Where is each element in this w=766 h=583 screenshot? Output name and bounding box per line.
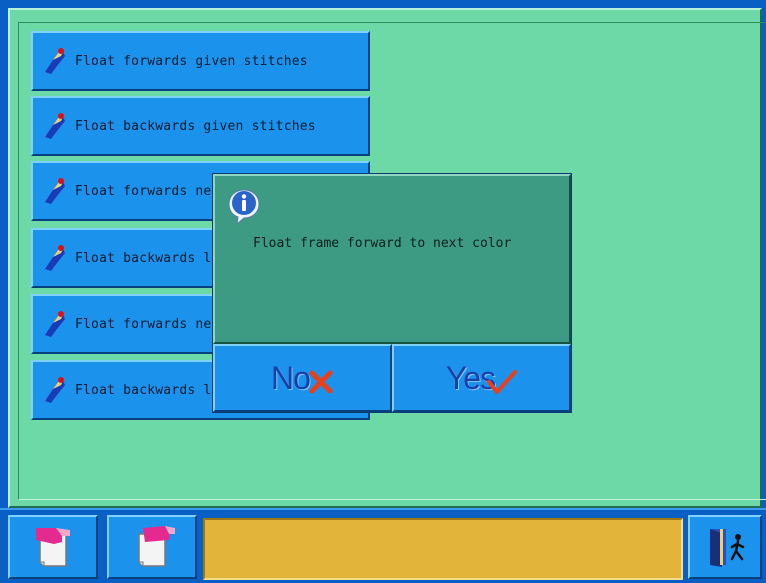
menu-item-label: Float backwards l bbox=[75, 382, 212, 398]
exit-door-icon bbox=[710, 529, 745, 567]
hand-pointer-icon bbox=[45, 48, 65, 74]
no-button[interactable]: No bbox=[213, 344, 392, 412]
dialog-message: Float frame forward to next color bbox=[253, 236, 512, 251]
hand-pointer-icon bbox=[45, 377, 65, 403]
status-field bbox=[203, 518, 683, 580]
cross-icon bbox=[309, 370, 333, 394]
menu-item-label: Float forwards given stitches bbox=[75, 53, 308, 69]
hand-pointer-icon bbox=[45, 178, 65, 204]
yes-button[interactable]: Yes bbox=[392, 344, 571, 412]
menu-item-float-forwards-given[interactable]: Float forwards given stitches bbox=[31, 31, 370, 91]
hand-page-forward-icon bbox=[138, 526, 175, 567]
exit-button[interactable] bbox=[688, 515, 762, 579]
menu-item-float-backwards-given[interactable]: Float backwards given stitches bbox=[31, 96, 370, 156]
hand-pointer-icon bbox=[45, 113, 65, 139]
hand-pointer-icon bbox=[45, 311, 65, 337]
info-icon bbox=[228, 189, 260, 226]
no-button-label: No bbox=[271, 359, 311, 396]
checkmark-icon bbox=[487, 370, 518, 394]
confirm-dialog: Float frame forward to next color No Yes bbox=[212, 173, 572, 413]
menu-item-label: Float backwards given stitches bbox=[75, 118, 316, 134]
page-back-button[interactable] bbox=[8, 515, 98, 579]
menu-item-label: Float backwards l bbox=[75, 250, 212, 266]
hand-page-back-icon bbox=[36, 528, 70, 567]
hand-pointer-icon bbox=[45, 245, 65, 271]
menu-item-label: Float forwards ne bbox=[75, 183, 212, 199]
page-forward-button[interactable] bbox=[107, 515, 197, 579]
menu-item-label: Float forwards ne bbox=[75, 316, 212, 332]
dialog-message-area: Float frame forward to next color bbox=[213, 174, 571, 344]
